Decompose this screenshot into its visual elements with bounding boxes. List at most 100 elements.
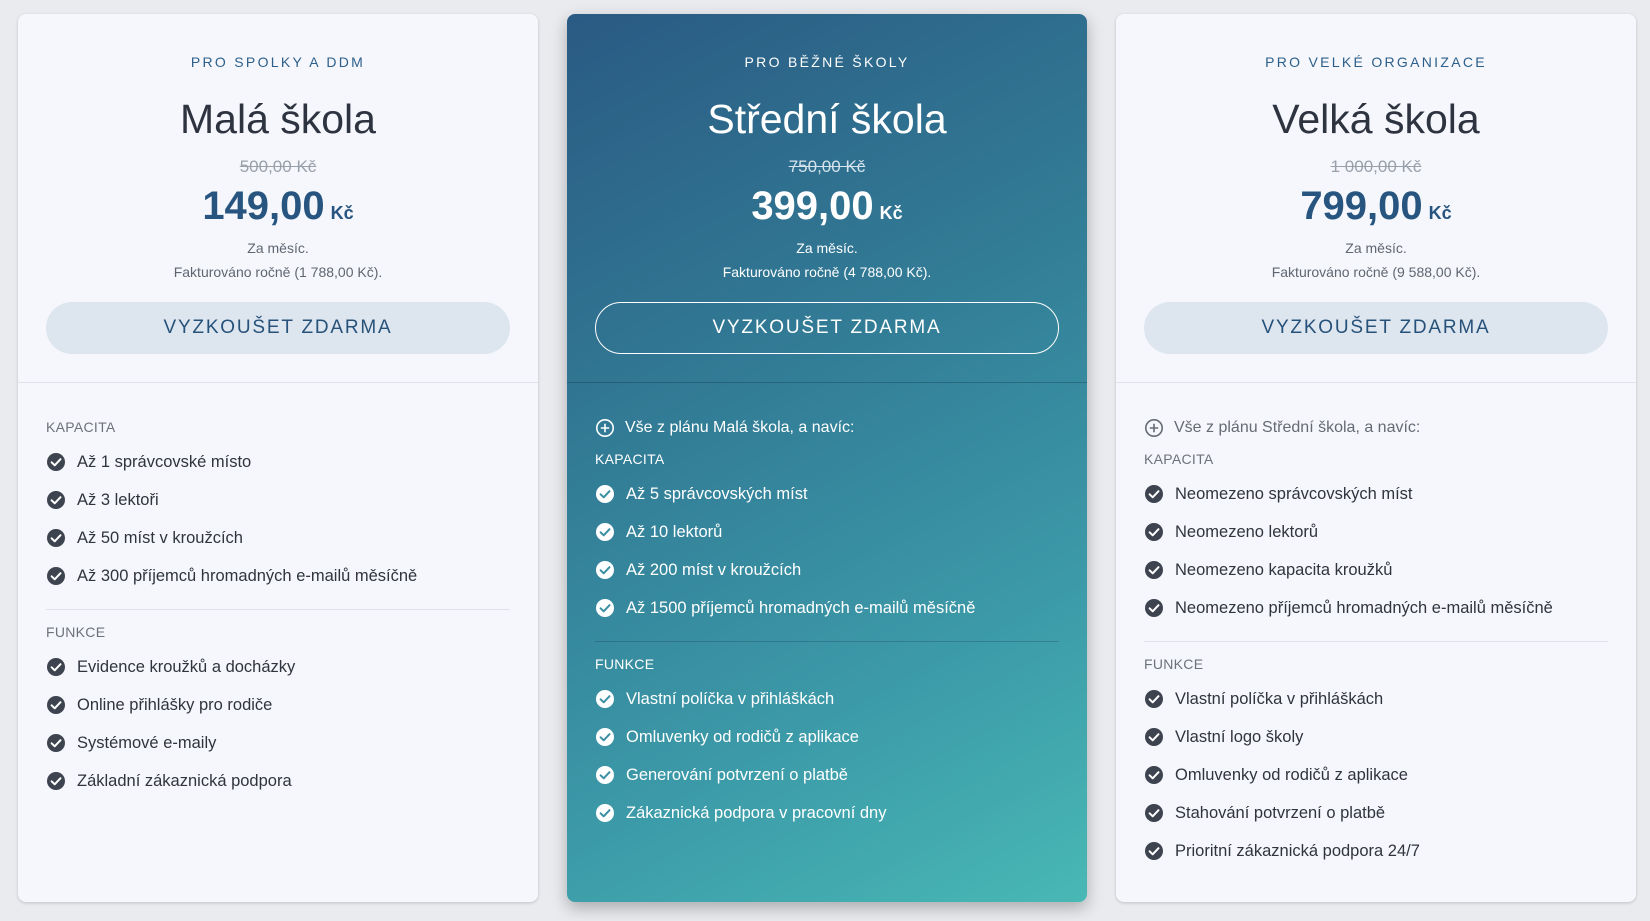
check-circle-icon <box>1145 804 1163 822</box>
feature-text: Až 5 správcovských míst <box>626 484 808 503</box>
check-circle-icon <box>47 772 65 790</box>
check-circle-icon <box>1145 523 1163 541</box>
check-circle-icon <box>596 766 614 784</box>
feature-text: Systémové e-maily <box>77 733 217 752</box>
price-row: 399,00 Kč <box>567 184 1087 229</box>
plus-circle-icon <box>1145 419 1163 437</box>
includes-text: Vše z plánu Malá škola, a navíc: <box>625 419 855 436</box>
billing-note: Fakturováno ročně (1 788,00 Kč). <box>173 264 383 280</box>
feature-item: Online přihlášky pro rodiče <box>46 686 510 724</box>
billing-period: Za měsíc. <box>796 240 858 256</box>
capacity-item: Až 3 lektoři <box>46 481 510 519</box>
feature-text: Základní zákaznická podpora <box>77 771 292 790</box>
feature-text: Neomezeno lektorů <box>1175 522 1319 541</box>
feature-item: Omluvenky od rodičů z aplikace <box>595 718 1059 756</box>
features-label: FUNKCE <box>46 624 106 640</box>
feature-text: Online přihlášky pro rodiče <box>77 695 273 714</box>
feature-text: Až 1500 příjemců hromadných e-mailů měsí… <box>626 598 976 617</box>
feature-text: Až 3 lektoři <box>77 490 159 509</box>
try-free-button[interactable]: VYZKOUŠET ZDARMA <box>595 302 1059 354</box>
check-circle-icon <box>596 728 614 746</box>
currency: Kč <box>879 203 903 223</box>
old-price: 750,00 Kč <box>788 157 866 176</box>
feature-item: Stahování potvrzení o platbě <box>1144 794 1608 832</box>
includes-note: Vše z plánu Malá škola, a navíc: <box>595 417 1059 439</box>
feature-text: Vlastní logo školy <box>1175 727 1304 746</box>
check-circle-icon <box>47 658 65 676</box>
price-row: 149,00 Kč <box>18 184 538 229</box>
check-circle-icon <box>47 696 65 714</box>
plan-eyebrow: PRO SPOLKY A DDM <box>190 54 366 70</box>
try-free-button[interactable]: VYZKOUŠET ZDARMA <box>46 302 510 354</box>
plan-header: PRO SPOLKY A DDM Malá škola 500,00 Kč 14… <box>18 14 538 383</box>
billing-note: Fakturováno ročně (9 588,00 Kč). <box>1271 264 1481 280</box>
feature-text: Až 300 příjemců hromadných e-mailů měsíč… <box>77 566 418 585</box>
plan-eyebrow: PRO VELKÉ ORGANIZACE <box>1265 54 1487 70</box>
features-label: FUNKCE <box>1144 656 1204 672</box>
plan-card-medium: PRO BĚŽNÉ ŠKOLY Střední škola 750,00 Kč … <box>567 14 1087 902</box>
capacity-item: Neomezeno správcovských míst <box>1144 475 1608 513</box>
feature-item: Základní zákaznická podpora <box>46 762 510 800</box>
check-circle-icon <box>1145 690 1163 708</box>
capacity-item: Až 1500 příjemců hromadných e-mailů měsí… <box>595 589 1059 627</box>
feature-item: Prioritní zákaznická podpora 24/7 <box>1144 832 1608 870</box>
plan-body: Vše z plánu Malá škola, a navíc: KAPACIT… <box>567 383 1087 832</box>
check-circle-icon <box>596 523 614 541</box>
feature-item: Evidence kroužků a docházky <box>46 648 510 686</box>
old-price: 1 000,00 Kč <box>1330 157 1422 176</box>
check-circle-icon <box>1145 599 1163 617</box>
feature-item: Vlastní logo školy <box>1144 718 1608 756</box>
divider <box>1144 641 1608 642</box>
capacity-item: Až 200 míst v kroužcích <box>595 551 1059 589</box>
old-price: 500,00 Kč <box>239 157 317 176</box>
feature-item: Vlastní políčka v přihláškách <box>595 680 1059 718</box>
check-circle-icon <box>596 804 614 822</box>
capacity-item: Neomezeno kapacita kroužků <box>1144 551 1608 589</box>
capacity-list: Neomezeno správcovských míst Neomezeno le… <box>1144 475 1608 627</box>
capacity-item: Až 1 správcovské místo <box>46 443 510 481</box>
check-circle-icon <box>596 599 614 617</box>
feature-text: Generování potvrzení o platbě <box>626 765 848 784</box>
currency: Kč <box>1428 203 1452 223</box>
plan-body: KAPACITA Až 1 správcovské místo Až 3 lekt… <box>18 383 538 800</box>
divider <box>595 641 1059 642</box>
price-row: 799,00 Kč <box>1116 184 1636 229</box>
check-circle-icon <box>47 529 65 547</box>
features-list: Vlastní políčka v přihláškách Vlastní log… <box>1144 680 1608 870</box>
billing-period: Za měsíc. <box>1345 240 1407 256</box>
feature-text: Omluvenky od rodičů z aplikace <box>1175 765 1408 784</box>
price: 799,00 <box>1300 184 1423 228</box>
feature-text: Vlastní políčka v přihláškách <box>1175 689 1384 708</box>
features-list: Vlastní políčka v přihláškách Omluvenky o… <box>595 680 1059 832</box>
price: 399,00 <box>751 184 874 228</box>
check-circle-icon <box>47 491 65 509</box>
capacity-item: Až 50 míst v kroužcích <box>46 519 510 557</box>
check-circle-icon <box>596 561 614 579</box>
feature-text: Až 200 míst v kroužcích <box>626 560 802 579</box>
plan-header: PRO BĚŽNÉ ŠKOLY Střední škola 750,00 Kč … <box>567 14 1087 383</box>
check-circle-icon <box>596 485 614 503</box>
plan-header: PRO VELKÉ ORGANIZACE Velká škola 1 000,0… <box>1116 14 1636 383</box>
check-circle-icon <box>47 734 65 752</box>
features-list: Evidence kroužků a docházky Online přihlá… <box>46 648 510 800</box>
plan-title: Střední škola <box>707 96 947 142</box>
feature-text: Zákaznická podpora v pracovní dny <box>626 803 887 822</box>
feature-text: Neomezeno kapacita kroužků <box>1175 560 1393 579</box>
feature-text: Až 1 správcovské místo <box>77 452 252 471</box>
feature-text: Neomezeno správcovských míst <box>1175 484 1413 503</box>
capacity-item: Až 5 správcovských míst <box>595 475 1059 513</box>
capacity-item: Neomezeno lektorů <box>1144 513 1608 551</box>
check-circle-icon <box>1145 485 1163 503</box>
plus-circle-icon <box>596 419 614 437</box>
check-circle-icon <box>47 567 65 585</box>
plan-title: Malá škola <box>180 96 376 142</box>
try-free-button[interactable]: VYZKOUŠET ZDARMA <box>1144 302 1608 354</box>
feature-text: Stahování potvrzení o platbě <box>1175 803 1386 822</box>
billing-note: Fakturováno ročně (4 788,00 Kč). <box>722 264 932 280</box>
capacity-item: Až 10 lektorů <box>595 513 1059 551</box>
currency: Kč <box>330 203 354 223</box>
feature-item: Omluvenky od rodičů z aplikace <box>1144 756 1608 794</box>
feature-text: Až 10 lektorů <box>626 522 723 541</box>
capacity-label: KAPACITA <box>46 419 116 435</box>
feature-text: Evidence kroužků a docházky <box>77 657 296 676</box>
